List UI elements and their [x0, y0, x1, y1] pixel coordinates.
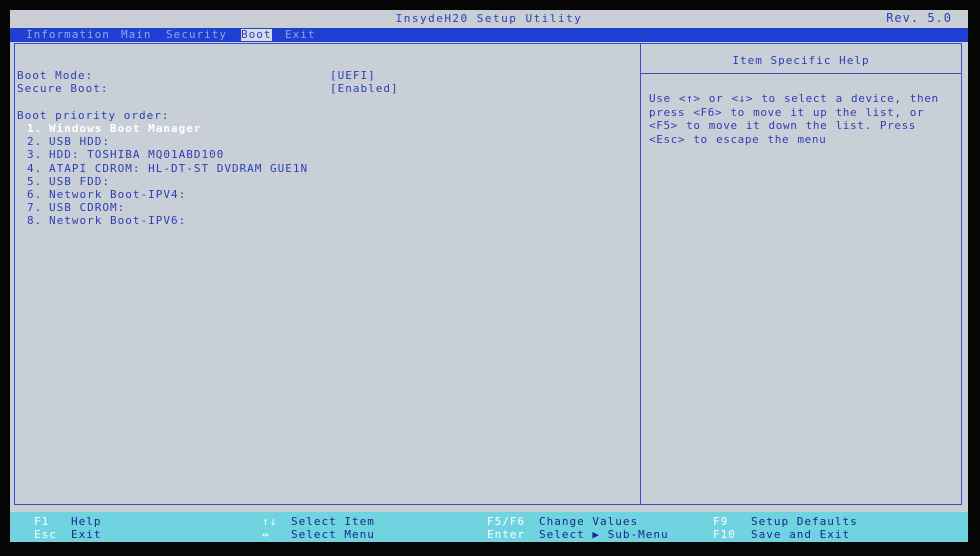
boot-item-3[interactable]: 3. HDD: TOSHIBA MQ01ABD100 [27, 148, 224, 161]
boot-item-label: USB HDD: [49, 135, 110, 148]
secure-boot-label: Secure Boot: [17, 82, 109, 95]
boot-mode-value[interactable]: [UEFI] [330, 69, 376, 82]
boot-item-number: 4. [27, 162, 43, 175]
boot-item-number: 3. [27, 148, 43, 161]
boot-item-number: 8. [27, 214, 43, 227]
key-enter: Enter [487, 528, 526, 541]
key-left-right-description: Select Menu [291, 528, 375, 541]
key-f10: F10 [713, 528, 736, 541]
help-panel-text: Use <↑> or <↓> to select a device, then … [649, 92, 939, 146]
menu-tab-exit[interactable]: Exit [285, 29, 316, 41]
boot-item-1[interactable]: 1. Windows Boot Manager [27, 122, 201, 135]
key-up-down-arrows: ↑↓ [262, 515, 278, 528]
boot-item-4[interactable]: 4. ATAPI CDROM: HL-DT-ST DVDRAM GUE1N [27, 162, 308, 175]
boot-item-label: Network Boot-IPV4: [49, 188, 187, 201]
boot-item-7[interactable]: 7. USB CDROM: [27, 201, 125, 214]
secure-boot-value[interactable]: [Enabled] [330, 82, 399, 95]
boot-item-8[interactable]: 8. Network Boot-IPV6: [27, 214, 186, 227]
key-f1-description: Help [71, 515, 102, 528]
boot-item-number: 1. [27, 122, 43, 135]
boot-mode-label: Boot Mode: [17, 69, 94, 82]
boot-item-label: HDD: TOSHIBA MQ01ABD100 [49, 148, 225, 161]
key-f10-description: Save and Exit [751, 528, 851, 541]
help-panel-title: Item Specific Help [732, 54, 870, 67]
help-panel-divider [640, 43, 641, 505]
key-f9-description: Setup Defaults [751, 515, 858, 528]
boot-item-label: USB FDD: [49, 175, 110, 188]
key-help-bar: F1 Help Esc Exit ↑↓ Select Item ↔ Select… [10, 512, 968, 542]
boot-item-label: Windows Boot Manager [49, 122, 202, 135]
bios-screen: InsydeH20 Setup Utility Rev. 5.0 Informa… [10, 10, 968, 542]
key-f5-f6: F5/F6 [487, 515, 526, 528]
key-f9: F9 [713, 515, 729, 528]
key-left-right-arrows: ↔ [262, 528, 270, 541]
title-bar: InsydeH20 Setup Utility Rev. 5.0 [10, 10, 968, 28]
boot-item-number: 2. [27, 135, 43, 148]
key-up-down-description: Select Item [291, 515, 375, 528]
key-enter-description: Select ▶ Sub-Menu [539, 528, 669, 541]
boot-item-label: ATAPI CDROM: HL-DT-ST DVDRAM GUE1N [49, 162, 309, 175]
key-f5-f6-description: Change Values [539, 515, 639, 528]
menu-tab-main[interactable]: Main [121, 29, 152, 41]
menu-tab-security[interactable]: Security [166, 29, 227, 41]
help-title-separator [641, 73, 962, 74]
revision-label: Rev. 5.0 [886, 11, 952, 25]
key-f1: F1 [34, 515, 50, 528]
boot-item-5[interactable]: 5. USB FDD: [27, 175, 110, 188]
boot-item-label: Network Boot-IPV6: [49, 214, 187, 227]
boot-item-number: 6. [27, 188, 43, 201]
boot-item-2[interactable]: 2. USB HDD: [27, 135, 110, 148]
menu-tab-information[interactable]: Information [26, 29, 110, 41]
app-title: InsydeH20 Setup Utility [395, 12, 583, 25]
boot-item-6[interactable]: 6. Network Boot-IPV4: [27, 188, 186, 201]
boot-item-number: 5. [27, 175, 43, 188]
menu-bar: Information Main Security Boot Exit [10, 28, 968, 42]
boot-item-label: USB CDROM: [49, 201, 126, 214]
boot-priority-heading: Boot priority order: [17, 109, 170, 122]
boot-item-number: 7. [27, 201, 43, 214]
menu-tab-boot[interactable]: Boot [241, 29, 272, 41]
key-esc: Esc [34, 528, 57, 541]
key-esc-description: Exit [71, 528, 102, 541]
